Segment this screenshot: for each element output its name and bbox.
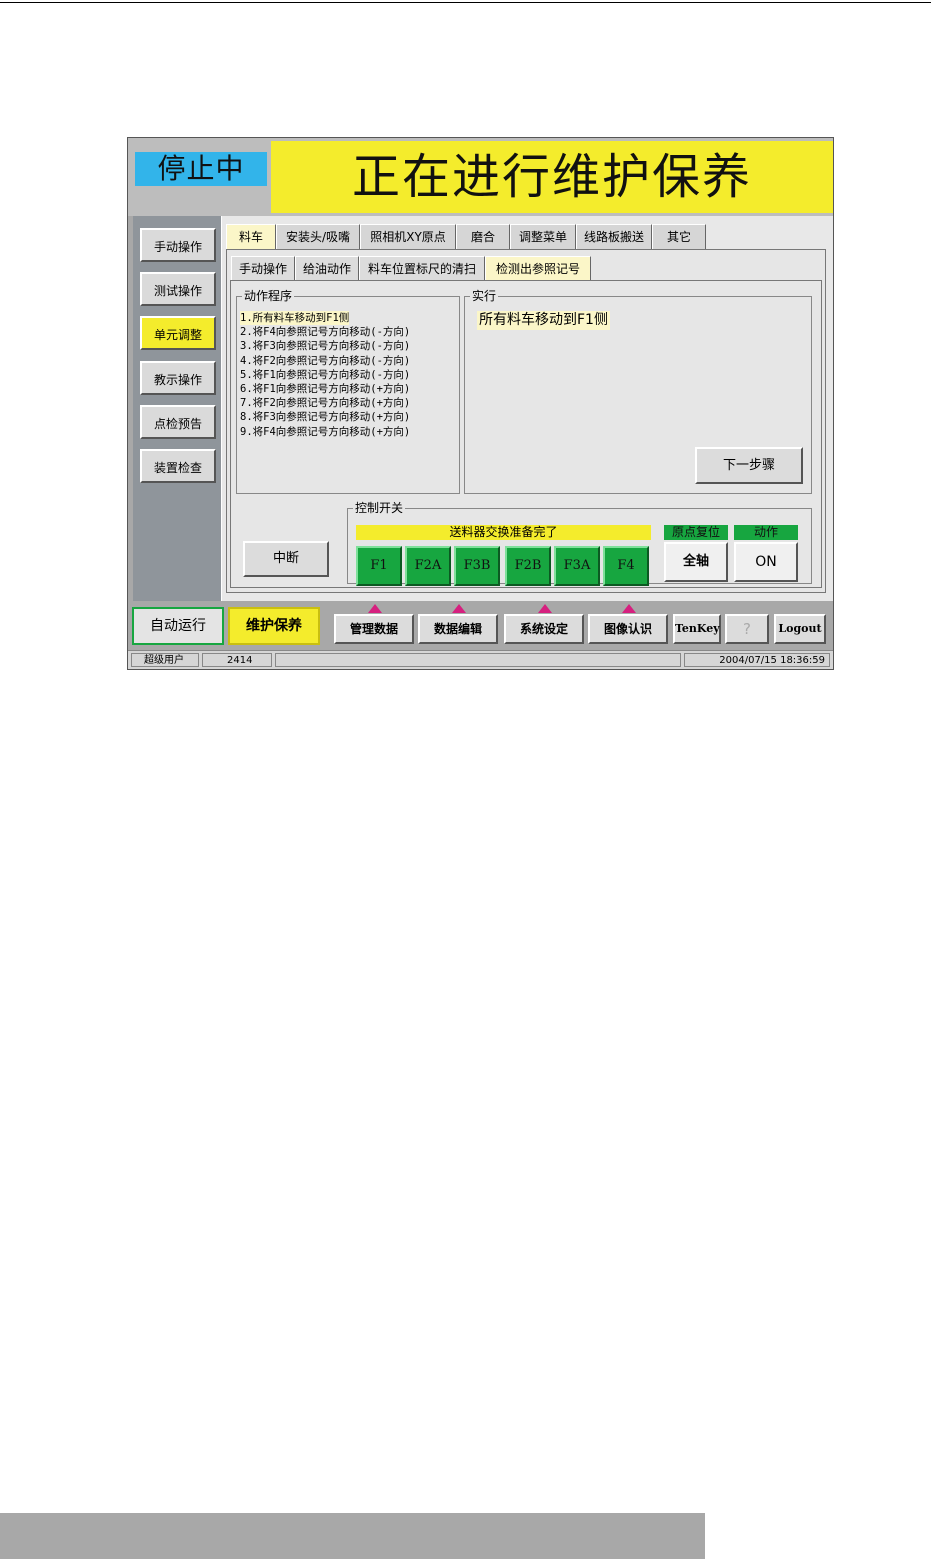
logout-button[interactable]: Logout xyxy=(774,614,826,644)
sidebar-item-device-check[interactable]: 装置检查 xyxy=(140,449,216,483)
feeder-f3b-button[interactable]: F3B xyxy=(454,546,500,586)
sidebar-item-test[interactable]: 测试操作 xyxy=(140,272,216,306)
execute-title: 实行 xyxy=(470,288,499,304)
sidebar-item-manual[interactable]: 手动操作 xyxy=(140,228,216,262)
feeder-f2b-button[interactable]: F2B xyxy=(505,546,551,586)
main-panel: 料车 安装头/吸嘴 照相机XY原点 磨合 调整菜单 线路板搬送 其它 手动操作 … xyxy=(221,216,833,601)
tab-adjust-menu[interactable]: 调整菜单 xyxy=(510,224,576,249)
tab-notch-icon xyxy=(622,604,636,613)
system-settings-button[interactable]: 系统设定 xyxy=(504,614,584,644)
interrupt-button[interactable]: 中断 xyxy=(243,541,329,577)
status-message xyxy=(275,653,681,667)
maintenance-button[interactable]: 维护保养 xyxy=(228,607,320,645)
action-on-button[interactable]: ON xyxy=(734,542,798,582)
procedure-step: 1.所有料车移动到F1侧 xyxy=(240,311,350,326)
feeder-f3a-button[interactable]: F3A xyxy=(554,546,600,586)
sidebar-item-unit-adjust[interactable]: 单元调整 xyxy=(140,316,216,350)
status-bar: 超级用户 2414 2004/07/15 18:36:59 xyxy=(128,650,833,669)
control-switch-title: 控制开关 xyxy=(353,500,406,516)
subtab-content: 动作程序 1.所有料车移动到F1侧 2.将F4向参照记号方向移动(-方向) 3.… xyxy=(230,280,822,588)
mode-banner: 正在进行维护保养 xyxy=(271,141,833,213)
header: 停止中 正在进行维护保养 xyxy=(128,138,833,216)
data-edit-button[interactable]: 数据编辑 xyxy=(418,614,498,644)
tab-other[interactable]: 其它 xyxy=(652,224,706,249)
subtab-manual[interactable]: 手动操作 xyxy=(231,256,295,280)
tab-notch-icon xyxy=(452,604,466,613)
subtab-lubricate[interactable]: 给油动作 xyxy=(295,256,359,280)
tab-run-in[interactable]: 磨合 xyxy=(456,224,510,249)
page-top-rule xyxy=(0,2,931,3)
next-step-button[interactable]: 下一步骤 xyxy=(695,447,803,484)
procedure-step: 8.将F3向参照记号方向移动(+方向) xyxy=(240,411,411,424)
control-switch-group: 控制开关 送料器交换准备完了 F1 F2A F3B F2B F3A F4 原点复… xyxy=(347,500,812,586)
page-bottom-rule xyxy=(0,1513,705,1559)
home-return-label: 原点复位 xyxy=(664,525,728,540)
procedure-step: 5.将F1向参照记号方向移动(-方向) xyxy=(240,368,411,381)
procedure-title: 动作程序 xyxy=(242,288,295,304)
datetime: 2004/07/15 18:36:59 xyxy=(684,653,830,667)
manage-data-button[interactable]: 管理数据 xyxy=(334,614,414,644)
tab-camera-origin[interactable]: 照相机XY原点 xyxy=(360,224,456,249)
bottom-bar: 自动运行 维护保养 管理数据 数据编辑 系统设定 图像认识 TenKey ? L… xyxy=(128,604,833,650)
subtab-detect-reference-mark[interactable]: 检测出参照记号 xyxy=(485,256,591,280)
home-all-axes-button[interactable]: 全轴 xyxy=(664,542,728,582)
feeder-f1-button[interactable]: F1 xyxy=(356,546,402,586)
user-level: 超级用户 xyxy=(131,653,199,667)
feeder-ready-label: 送料器交换准备完了 xyxy=(356,525,651,540)
tab-content: 手动操作 给油动作 料车位置标尺的清扫 检测出参照记号 动作程序 1.所有料车移… xyxy=(226,249,826,593)
procedure-step: 9.将F4向参照记号方向移动(+方向) xyxy=(240,425,411,438)
procedure-step: 2.将F4向参照记号方向移动(-方向) xyxy=(240,326,411,339)
tab-notch-icon xyxy=(538,604,552,613)
feeder-f2a-button[interactable]: F2A xyxy=(405,546,451,586)
procedure-step: 6.将F1向参照记号方向移动(+方向) xyxy=(240,383,411,396)
sidebar-item-teach[interactable]: 教示操作 xyxy=(140,361,216,395)
image-recognition-button[interactable]: 图像认识 xyxy=(588,614,668,644)
tab-head-nozzle[interactable]: 安装头/吸嘴 xyxy=(276,224,360,249)
tenkey-button[interactable]: TenKey xyxy=(673,614,721,644)
help-icon[interactable]: ? xyxy=(725,614,769,644)
action-label: 动作 xyxy=(734,525,798,540)
auto-run-button[interactable]: 自动运行 xyxy=(132,607,224,645)
subtab-scale-cleaning[interactable]: 料车位置标尺的清扫 xyxy=(359,256,485,280)
execute-group: 实行 所有料车移动到F1侧 下一步骤 xyxy=(464,288,812,494)
tab-feeder-cart[interactable]: 料车 xyxy=(226,224,276,249)
current-step-text: 所有料车移动到F1侧 xyxy=(477,311,610,330)
tab-notch-icon xyxy=(368,604,382,613)
sidebar: 手动操作 测试操作 单元调整 教示操作 点检预告 装置检查 xyxy=(133,216,221,601)
sidebar-item-inspection-notice[interactable]: 点检预告 xyxy=(140,405,216,439)
machine-screen: 停止中 正在进行维护保养 手动操作 测试操作 单元调整 教示操作 点检预告 装置… xyxy=(127,137,834,670)
feeder-f4-button[interactable]: F4 xyxy=(603,546,649,586)
procedure-group: 动作程序 1.所有料车移动到F1侧 2.将F4向参照记号方向移动(-方向) 3.… xyxy=(236,288,460,494)
tab-board-transfer[interactable]: 线路板搬送 xyxy=(576,224,652,249)
procedure-steps: 1.所有料车移动到F1侧 2.将F4向参照记号方向移动(-方向) 3.将F3向参… xyxy=(240,311,410,439)
procedure-step: 7.将F2向参照记号方向移动(+方向) xyxy=(240,397,411,410)
procedure-step: 4.将F2向参照记号方向移动(-方向) xyxy=(240,354,411,367)
machine-status: 停止中 xyxy=(135,152,267,186)
procedure-step: 3.将F3向参照记号方向移动(-方向) xyxy=(240,340,411,353)
status-code: 2414 xyxy=(202,653,272,667)
